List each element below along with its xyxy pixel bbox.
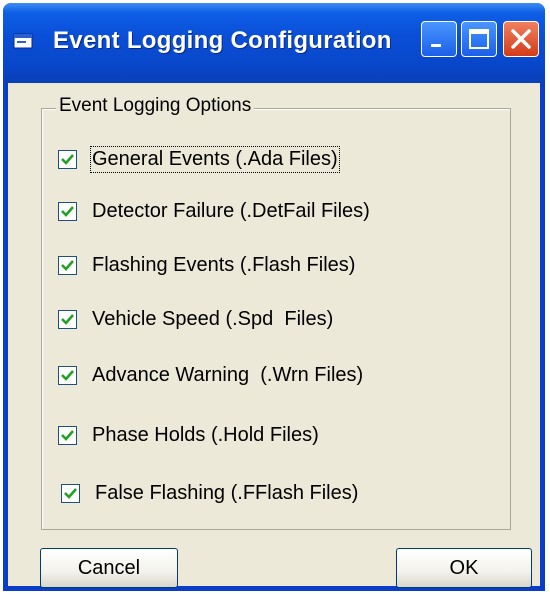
minimize-icon (431, 44, 441, 47)
cancel-button[interactable]: Cancel (40, 548, 178, 588)
close-button[interactable] (503, 21, 539, 57)
checkbox-advance-warning[interactable] (58, 366, 77, 385)
title-bar[interactable]: Event Logging Configuration (3, 3, 545, 83)
window-title: Event Logging Configuration (53, 27, 392, 54)
option-label: General Events (.Ada Files) (90, 146, 340, 173)
checkmark-icon (61, 206, 74, 217)
option-label: Advance Warning (.Wrn Files) (92, 364, 364, 386)
close-icon (511, 29, 531, 49)
option-label: Phase Holds (.Hold Files) (92, 424, 319, 446)
window-app-icon[interactable] (13, 33, 33, 49)
checkbox-phase-holds[interactable] (58, 426, 77, 445)
option-label: Flashing Events (.Flash Files) (92, 254, 356, 276)
dialog-client-area: Event Logging Options General Events (.A… (8, 83, 540, 588)
maximize-button[interactable] (461, 21, 497, 57)
checkmark-icon (64, 488, 77, 499)
checkmark-icon (61, 314, 74, 325)
option-label: Vehicle Speed (.Spd Files) (92, 308, 334, 330)
checkmark-icon (61, 430, 74, 441)
maximize-icon (469, 29, 489, 49)
ok-button[interactable]: OK (396, 548, 532, 588)
group-label: Event Logging Options (56, 95, 255, 117)
checkbox-general-events[interactable] (58, 150, 77, 169)
checkbox-flashing-events[interactable] (58, 256, 77, 275)
checkmark-icon (61, 260, 74, 271)
checkbox-false-flashing[interactable] (61, 484, 80, 503)
checkbox-vehicle-speed[interactable] (58, 310, 77, 329)
checkbox-detector-failure[interactable] (58, 202, 77, 221)
checkmark-icon (61, 154, 74, 165)
option-label: Detector Failure (.DetFail Files) (92, 200, 370, 222)
option-label: False Flashing (.FFlash Files) (95, 482, 359, 504)
dialog-window: Event Logging Configuration Event Loggin… (3, 3, 545, 591)
minimize-button[interactable] (421, 21, 457, 57)
checkmark-icon (61, 370, 74, 381)
